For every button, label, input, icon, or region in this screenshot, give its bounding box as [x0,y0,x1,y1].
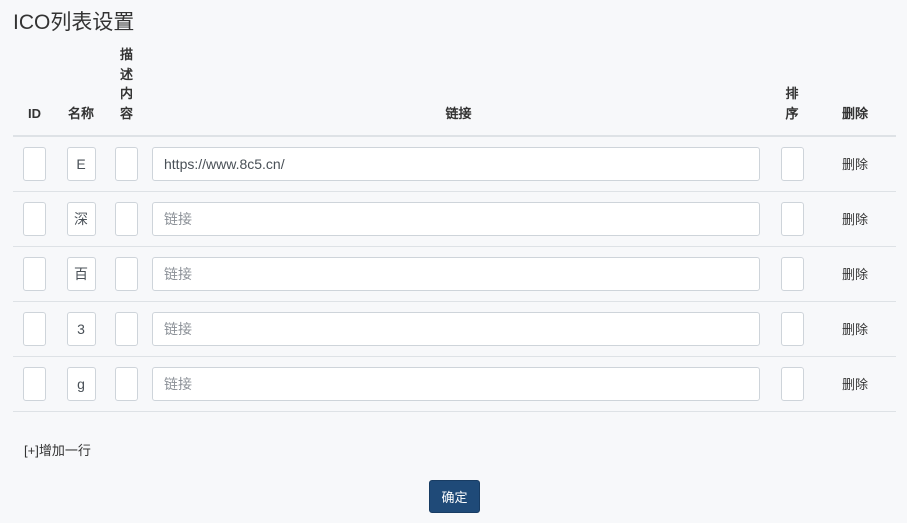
header-sort: 排序 [770,45,814,137]
header-name: 名称 [56,45,106,137]
delete-row-link[interactable]: 删除 [842,212,868,227]
sort-input[interactable] [780,147,804,181]
link-input[interactable] [152,257,760,291]
header-link: 链接 [147,45,770,137]
table-row: 删除 [13,136,896,192]
table-row: 删除 [13,246,896,302]
header-desc-label: 描述内容 [119,47,133,121]
name-input[interactable] [66,312,96,346]
desc-input[interactable] [115,147,138,181]
id-input[interactable] [23,147,46,181]
sort-input[interactable] [780,367,804,401]
sort-input[interactable] [780,202,804,236]
table-row: 删除 [13,191,896,247]
desc-input[interactable] [115,312,138,346]
id-input[interactable] [23,312,46,346]
delete-row-link[interactable]: 删除 [842,322,868,337]
link-input[interactable] [152,147,760,181]
desc-input[interactable] [115,367,138,401]
id-input[interactable] [23,202,46,236]
id-input[interactable] [23,257,46,291]
table-row: 删除 [13,301,896,357]
link-input[interactable] [152,202,760,236]
header-delete: 删除 [814,45,896,137]
name-input[interactable] [66,367,96,401]
delete-row-link[interactable]: 删除 [842,267,868,282]
table-header-row: ID 名称 描述内容 链接 排序 删除 [13,45,896,137]
header-desc: 描述内容 [106,45,147,137]
confirm-button[interactable]: 确定 [429,480,480,513]
add-row-link[interactable]: [+]增加一行 [24,440,91,459]
id-input[interactable] [23,367,46,401]
delete-row-link[interactable]: 删除 [842,377,868,392]
desc-input[interactable] [115,202,138,236]
name-input[interactable] [66,202,96,236]
sort-input[interactable] [780,312,804,346]
name-input[interactable] [66,257,96,291]
header-sort-label: 排序 [785,86,799,121]
link-input[interactable] [152,312,760,346]
desc-input[interactable] [115,257,138,291]
header-id: ID [13,45,56,137]
table-row: 删除 [13,356,896,412]
name-input[interactable] [66,147,96,181]
sort-input[interactable] [780,257,804,291]
page-title: ICO列表设置 [13,11,135,34]
ico-list-table: ID 名称 描述内容 链接 排序 删除 删除 删除 [13,45,896,412]
link-input[interactable] [152,367,760,401]
delete-row-link[interactable]: 删除 [842,157,868,172]
